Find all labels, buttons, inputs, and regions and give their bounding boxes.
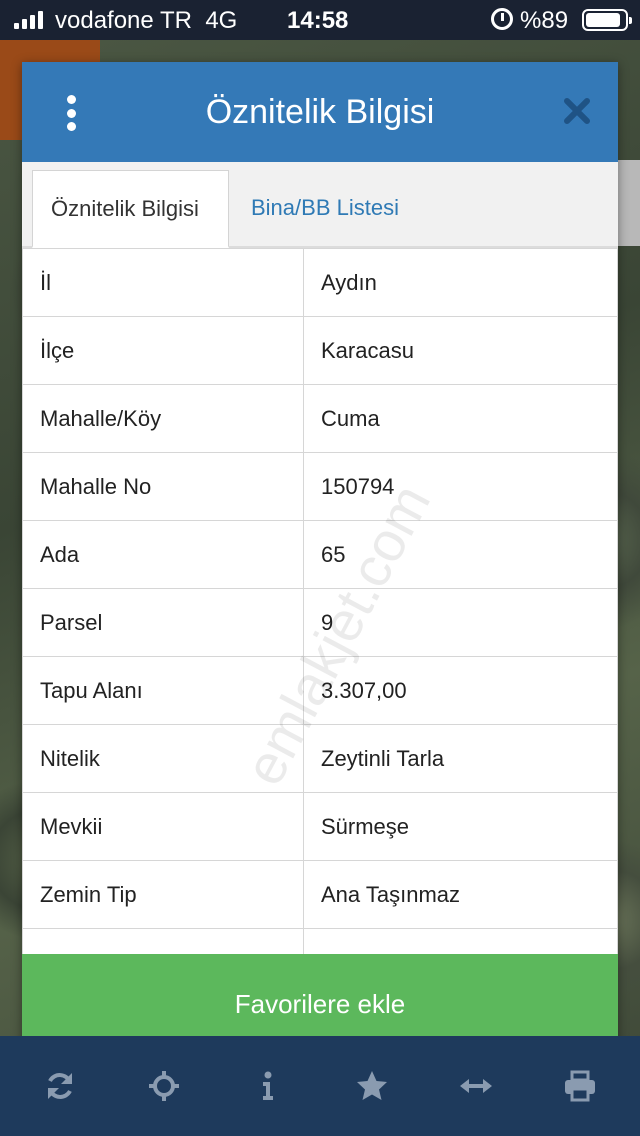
dialog-header: Öznitelik Bilgisi [22, 62, 618, 162]
tab-building-list[interactable]: Bina/BB Listesi [233, 170, 417, 248]
dialog-title: Öznitelik Bilgisi [205, 93, 435, 131]
table-row: Zemin Tip Ana Taşınmaz [22, 860, 618, 929]
table-row: İlçe Karacasu [22, 316, 618, 385]
map-feature [618, 160, 640, 246]
table-row: Tapu Alanı 3.307,00 [22, 656, 618, 725]
row-key [22, 928, 304, 954]
row-value: Zeytinli Tarla [303, 724, 618, 793]
row-value: 3.307,00 [303, 656, 618, 725]
row-value: 150794 [303, 452, 618, 521]
row-value: Karacasu [303, 316, 618, 385]
alarm-icon [491, 8, 513, 30]
measure-icon[interactable] [446, 1056, 506, 1116]
row-value: Aydın [303, 248, 618, 317]
refresh-icon[interactable] [30, 1056, 90, 1116]
row-key: Mahalle No [22, 452, 304, 521]
table-row: İl Aydın [22, 248, 618, 317]
attribute-table[interactable]: İl Aydın İlçe Karacasu Mahalle/Köy Cuma Mah… [22, 248, 618, 954]
bottom-toolbar [0, 1036, 640, 1136]
table-row: Parsel 9 [22, 588, 618, 657]
clock: 14:58 [287, 7, 349, 34]
row-key: Parsel [22, 588, 304, 657]
row-value: 9 [303, 588, 618, 657]
info-icon[interactable] [238, 1056, 298, 1116]
table-row [22, 928, 618, 954]
crosshair-icon[interactable] [134, 1056, 194, 1116]
row-key: Mahalle/Köy [22, 384, 304, 453]
table-row: Mahalle No 150794 [22, 452, 618, 521]
carrier-name: vodafone TR 4G [55, 7, 238, 34]
row-value [303, 928, 618, 954]
close-icon[interactable] [562, 96, 592, 126]
row-key: İl [22, 248, 304, 317]
row-value: 65 [303, 520, 618, 589]
print-icon[interactable] [550, 1056, 610, 1116]
row-key: Nitelik [22, 724, 304, 793]
battery-icon [582, 9, 632, 31]
battery-percent: %89 [520, 7, 569, 34]
row-value: Sürmeşe [303, 792, 618, 861]
table-row: Ada 65 [22, 520, 618, 589]
table-row: Mahalle/Köy Cuma [22, 384, 618, 453]
row-key: Mevkii [22, 792, 304, 861]
tab-attribute-info[interactable]: Öznitelik Bilgisi [32, 170, 229, 248]
star-icon[interactable] [342, 1056, 402, 1116]
row-value: Ana Taşınmaz [303, 860, 618, 929]
signal-icon [14, 11, 43, 29]
row-key: İlçe [22, 316, 304, 385]
row-value: Cuma [303, 384, 618, 453]
attribute-dialog: Öznitelik Bilgisi Öznitelik Bilgisi Bina… [22, 62, 618, 1054]
table-row: Mevkii Sürmeşe [22, 792, 618, 861]
row-key: Ada [22, 520, 304, 589]
row-key: Zemin Tip [22, 860, 304, 929]
status-bar: vodafone TR 4G 14:58 %89 [0, 0, 640, 40]
tab-bar: Öznitelik Bilgisi Bina/BB Listesi [22, 162, 618, 248]
row-key: Tapu Alanı [22, 656, 304, 725]
table-row: Nitelik Zeytinli Tarla [22, 724, 618, 793]
battery-fill [586, 13, 620, 27]
